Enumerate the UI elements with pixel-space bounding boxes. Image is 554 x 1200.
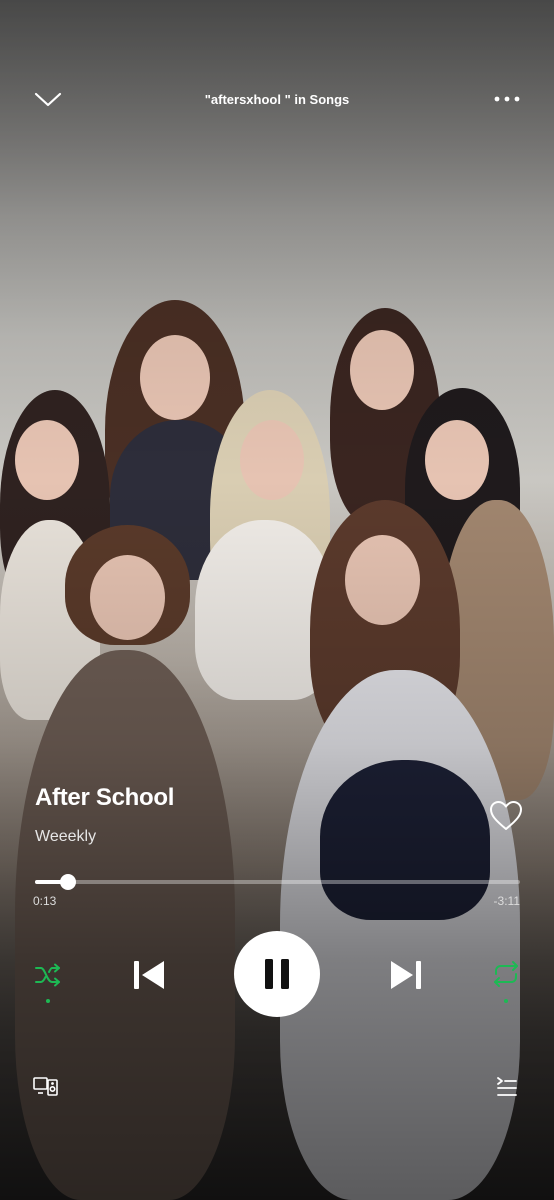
track-title[interactable]: After School	[35, 784, 174, 812]
pause-icon	[265, 959, 289, 989]
pause-button[interactable]	[234, 931, 320, 1017]
repeat-icon[interactable]	[491, 960, 521, 988]
more-icon[interactable]	[492, 88, 522, 110]
background-overlay	[0, 0, 554, 1200]
elapsed-time: 0:13	[33, 894, 57, 908]
heart-icon[interactable]	[489, 800, 523, 832]
progress-bar[interactable]	[35, 874, 520, 890]
shuffle-icon[interactable]	[34, 962, 62, 988]
skip-next-icon[interactable]	[389, 958, 423, 992]
queue-icon[interactable]	[496, 1076, 518, 1098]
skip-previous-icon[interactable]	[132, 958, 166, 992]
repeat-active-dot	[504, 999, 508, 1003]
bottom-bar	[0, 1068, 554, 1108]
devices-icon[interactable]	[33, 1076, 59, 1098]
remaining-time: -3:11	[493, 894, 520, 908]
shuffle-active-dot	[46, 999, 50, 1003]
top-bar: "aftersxhool " in Songs	[0, 80, 554, 120]
track-artist[interactable]: Weeekly	[35, 828, 96, 846]
playing-context-title: "aftersxhool " in Songs	[204, 92, 350, 107]
